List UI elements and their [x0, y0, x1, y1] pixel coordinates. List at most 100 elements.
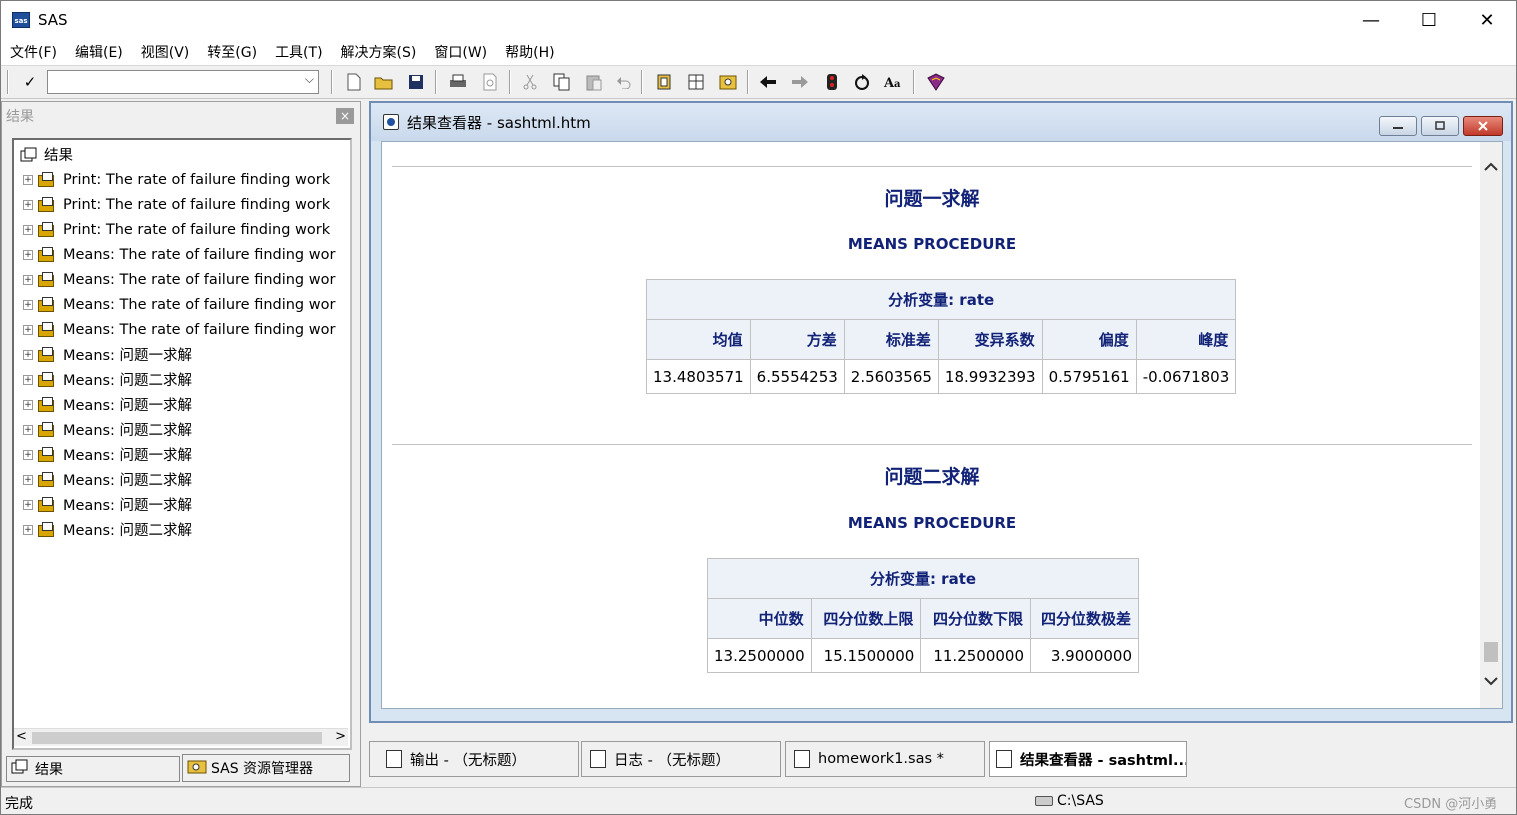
- copy-icon[interactable]: [551, 71, 573, 93]
- break-icon[interactable]: [821, 71, 843, 93]
- viewer-restore-button[interactable]: [1421, 116, 1459, 136]
- maximize-button[interactable]: ☐: [1400, 1, 1458, 39]
- current-directory[interactable]: C:\SAS: [1035, 793, 1104, 809]
- vertical-scrollbar[interactable]: [1480, 142, 1502, 708]
- menu-help[interactable]: 帮助(H): [496, 42, 563, 62]
- tree-item[interactable]: + Means: 问题二求解: [14, 417, 192, 442]
- tree-item[interactable]: + Print: The rate of failure finding work: [14, 167, 330, 192]
- tree-horizontal-scrollbar[interactable]: < >: [14, 728, 348, 746]
- expand-plus-icon[interactable]: +: [23, 374, 33, 385]
- back-arrow-icon[interactable]: [757, 71, 779, 93]
- tab-results[interactable]: 结果: [6, 756, 180, 782]
- menu-edit[interactable]: 编辑(E): [66, 42, 132, 62]
- tree-item-label: Means: 问题一求解: [63, 448, 193, 464]
- scroll-down-icon[interactable]: [1484, 674, 1498, 690]
- print-icon[interactable]: [447, 71, 469, 93]
- tree-root-results[interactable]: 结果: [14, 142, 73, 167]
- find-icon[interactable]: [717, 71, 739, 93]
- expand-plus-icon[interactable]: +: [23, 274, 33, 285]
- tree-item[interactable]: + Means: 问题一求解: [14, 392, 192, 417]
- expand-plus-icon[interactable]: +: [23, 324, 33, 335]
- procedure-output-icon: [36, 246, 58, 264]
- font-icon[interactable]: Aa: [883, 71, 905, 93]
- tree-item[interactable]: + Means: 问题二求解: [14, 467, 192, 492]
- tree-item[interactable]: + Means: 问题一求解: [14, 342, 192, 367]
- expand-plus-icon[interactable]: +: [23, 424, 33, 435]
- results-tree[interactable]: 结果 + Print: The rate of failure finding w…: [12, 138, 352, 750]
- procedure-output-icon: [36, 371, 58, 389]
- tree-item[interactable]: + Means: The rate of failure finding wor: [14, 317, 335, 342]
- expand-plus-icon[interactable]: +: [23, 474, 33, 485]
- table-cell: -0.0671803: [1135, 359, 1237, 394]
- expand-plus-icon[interactable]: +: [23, 174, 33, 185]
- tree-item[interactable]: + Means: The rate of failure finding wor: [14, 242, 335, 267]
- new-document-icon[interactable]: [343, 71, 365, 93]
- print-preview-icon[interactable]: [479, 71, 501, 93]
- results-panel-close-icon[interactable]: ×: [336, 108, 354, 124]
- undo-icon[interactable]: [613, 71, 635, 93]
- menu-file[interactable]: 文件(F): [1, 42, 66, 62]
- tab-log[interactable]: 日志 - （无标题）: [581, 741, 781, 777]
- chevron-down-icon[interactable]: ⌵: [305, 72, 314, 87]
- tab-sas-explorer[interactable]: SAS 资源管理器: [182, 754, 350, 782]
- command-box[interactable]: ⌵: [47, 70, 319, 94]
- viewer-close-button[interactable]: [1463, 116, 1503, 136]
- menu-window[interactable]: 窗口(W): [425, 42, 496, 62]
- html-output-content[interactable]: 问题一求解 MEANS PROCEDURE 分析变量: rate 均值 方差 标…: [381, 141, 1503, 709]
- menu-goto[interactable]: 转至(G): [198, 42, 266, 62]
- tree-item-label: Means: 问题一求解: [63, 348, 193, 364]
- menu-solutions[interactable]: 解决方案(S): [332, 42, 426, 62]
- open-folder-icon[interactable]: [373, 71, 395, 93]
- tab-editor-homework1[interactable]: homework1.sas *: [785, 741, 985, 777]
- new-library-icon[interactable]: [653, 71, 675, 93]
- expand-plus-icon[interactable]: +: [23, 224, 33, 235]
- scroll-up-icon[interactable]: [1484, 160, 1498, 176]
- tree-item[interactable]: + Means: The rate of failure finding wor: [14, 267, 335, 292]
- explorer-tab-icon: [187, 758, 207, 778]
- tree-item[interactable]: + Means: The rate of failure finding wor: [14, 292, 335, 317]
- paste-icon[interactable]: [583, 71, 605, 93]
- scroll-thumb[interactable]: [1484, 642, 1498, 662]
- toolbar-grip: [7, 70, 9, 94]
- expand-plus-icon[interactable]: +: [23, 349, 33, 360]
- expand-plus-icon[interactable]: +: [23, 199, 33, 210]
- current-directory-label: C:\SAS: [1057, 793, 1104, 809]
- help-book-icon[interactable]: [925, 71, 947, 93]
- save-icon[interactable]: [405, 71, 427, 93]
- table-cell: 2.5603565: [843, 359, 939, 394]
- forward-arrow-icon[interactable]: [789, 71, 811, 93]
- table-cell: 0.5795161: [1041, 359, 1137, 394]
- tree-item[interactable]: + Print: The rate of failure finding work: [14, 192, 330, 217]
- tree-item-label: Means: 问题二求解: [63, 523, 193, 539]
- tree-item[interactable]: + Means: 问题一求解: [14, 442, 192, 467]
- tree-item[interactable]: + Means: 问题一求解: [14, 492, 192, 517]
- expand-plus-icon[interactable]: +: [23, 399, 33, 410]
- refresh-icon[interactable]: [851, 71, 873, 93]
- table-cell: 13.4803571: [646, 359, 751, 394]
- procedure-output-icon: [36, 496, 58, 514]
- menu-tools[interactable]: 工具(T): [266, 42, 331, 62]
- scroll-right-icon[interactable]: >: [335, 729, 346, 744]
- expand-plus-icon[interactable]: +: [23, 499, 33, 510]
- expand-plus-icon[interactable]: +: [23, 524, 33, 535]
- minimize-button[interactable]: —: [1342, 1, 1400, 39]
- expand-plus-icon[interactable]: +: [23, 249, 33, 260]
- tree-item[interactable]: + Print: The rate of failure finding work: [14, 217, 330, 242]
- submit-check-icon[interactable]: ✓: [19, 71, 41, 93]
- scroll-thumb[interactable]: [32, 732, 322, 744]
- expand-plus-icon[interactable]: +: [23, 449, 33, 460]
- close-button[interactable]: ✕: [1458, 1, 1516, 39]
- explorer-icon[interactable]: [685, 71, 707, 93]
- tree-item[interactable]: + Means: 问题二求解: [14, 367, 192, 392]
- expand-plus-icon[interactable]: +: [23, 299, 33, 310]
- menu-view[interactable]: 视图(V): [132, 42, 199, 62]
- tab-results-viewer[interactable]: 结果查看器 - sashtml....: [989, 741, 1187, 777]
- tab-output[interactable]: 输出 - （无标题）: [369, 741, 579, 777]
- means-table-2: 分析变量: rate 中位数 四分位数上限 四分位数下限 四分位数极差 13.2…: [707, 558, 1139, 673]
- procedure-output-icon: [36, 396, 58, 414]
- viewer-minimize-button[interactable]: [1379, 116, 1417, 136]
- cut-icon[interactable]: [519, 71, 541, 93]
- tab-results-viewer-label: 结果查看器 - sashtml....: [1020, 752, 1187, 769]
- scroll-left-icon[interactable]: <: [16, 729, 27, 744]
- tree-item[interactable]: + Means: 问题二求解: [14, 517, 192, 542]
